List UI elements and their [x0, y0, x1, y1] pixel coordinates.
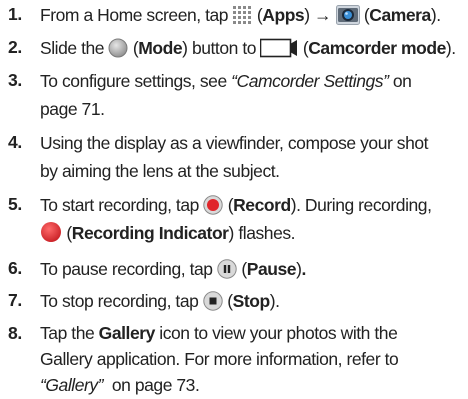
step-text: Slide the [40, 38, 109, 58]
step-text: . During recording, [296, 195, 432, 215]
stop-label: Stop [232, 291, 271, 311]
step-number: 4. [8, 132, 22, 152]
step-number: 5. [8, 194, 22, 214]
record-label: Record [233, 195, 291, 215]
pause-button-icon [217, 259, 237, 279]
mode-label: Mode [138, 38, 183, 58]
arrow-icon: → [314, 5, 332, 25]
camcorder-mode-label: Camcorder mode [308, 38, 446, 58]
step-text: To start recording, tap [40, 195, 204, 215]
apps-label: Apps [262, 5, 305, 25]
manual-page: 1. From a Home screen, tap (Apps) → (Cam… [0, 0, 468, 399]
step-text: . [275, 291, 280, 311]
step-text: on [388, 71, 412, 91]
camcorder-icon [260, 38, 298, 58]
step-text: From a Home screen, tap [40, 5, 233, 25]
step-number: 2. [8, 37, 22, 57]
step-number: 7. [8, 290, 22, 310]
cross-reference: “Camcorder Settings” [231, 71, 389, 91]
stop-button-icon [203, 291, 223, 311]
step-text: icon to view your photos with the [154, 323, 398, 343]
cross-reference: “Gallery” [40, 375, 104, 395]
pause-label: Pause [246, 259, 297, 279]
recording-indicator-icon [40, 221, 62, 243]
step-number: 1. [8, 4, 22, 24]
step-text: button to [187, 38, 261, 58]
camera-app-icon [335, 5, 360, 25]
step-text: on page 73. [103, 375, 200, 395]
apps-grid-icon [232, 5, 253, 25]
step-number: 3. [8, 70, 22, 90]
step-text: by aiming the lens at the subject. [40, 161, 280, 181]
step-text: Gallery application. For more informatio… [40, 349, 399, 369]
camera-label: Camera [369, 5, 431, 25]
step-text: Using the display as a viewfinder, compo… [40, 133, 429, 153]
recording-indicator-label: Recording Indicator [71, 223, 229, 243]
record-button-icon [203, 195, 224, 215]
mode-toggle-icon [108, 38, 128, 58]
step-text: . [301, 259, 306, 279]
step-text: To pause recording, tap [40, 259, 217, 279]
step-text: flashes. [233, 223, 296, 243]
step-text: page 71. [40, 99, 105, 119]
step-number: 6. [8, 258, 22, 278]
gallery-label: Gallery [98, 323, 156, 343]
step-number: 8. [8, 323, 22, 343]
step-text: Tap the [40, 323, 99, 343]
step-text: To stop recording, tap [40, 291, 203, 311]
step-text: To configure settings, see [40, 71, 232, 91]
